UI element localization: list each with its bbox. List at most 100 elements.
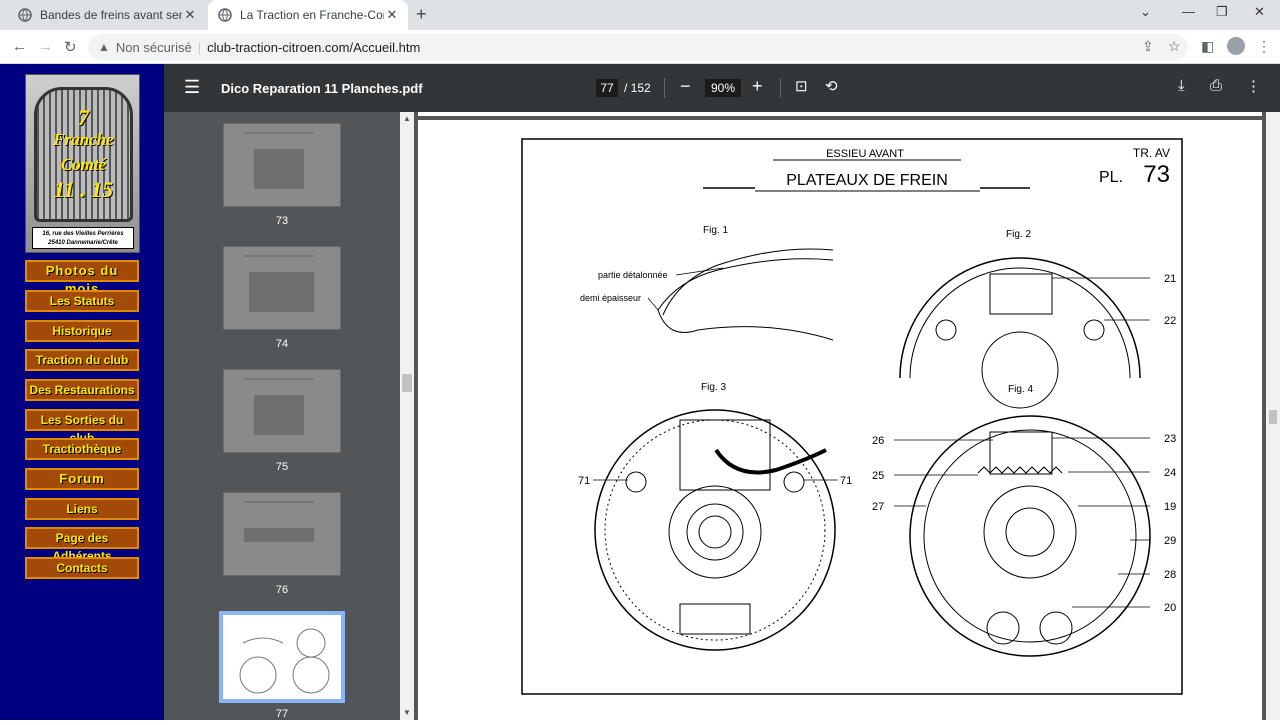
callout: 23	[1164, 433, 1176, 445]
more-vert-icon[interactable]: ⋮	[1246, 77, 1261, 95]
fit-page-icon[interactable]: ⊡	[795, 77, 808, 95]
menu-icon[interactable]: ☰	[184, 77, 200, 98]
tab-traction-franche-comte[interactable]: La Traction en Franche-Comté ✕	[208, 0, 408, 30]
thumbnail-page[interactable]	[223, 492, 341, 576]
callout: 22	[1164, 315, 1176, 327]
zoom-out-icon[interactable]: −	[680, 76, 691, 97]
brake-plate-inner	[604, 419, 826, 641]
new-tab-icon[interactable]: +	[416, 4, 427, 25]
maximize-icon[interactable]: ❐	[1216, 4, 1228, 20]
return-spring	[977, 466, 1063, 474]
club-logo[interactable]: 7 Franche Comté 11 . 15 16, rue des Viei…	[25, 74, 140, 253]
menu-photos-du-mois[interactable]: Photos du mois	[25, 260, 139, 296]
technical-drawing: ESSIEU AVANT PLATEAUX DE FREIN TR. AV PL…	[521, 138, 1183, 695]
close-icon[interactable]: ✕	[182, 7, 198, 23]
brake-plate-outline	[594, 409, 836, 651]
thumbnail-number: 73	[275, 215, 289, 227]
star-icon[interactable]: ☆	[1168, 38, 1181, 55]
tab-bandes-de-freins[interactable]: Bandes de freins avant sens de m ✕	[8, 0, 206, 30]
warning-icon[interactable]: ▲	[98, 40, 110, 54]
label-demi-epaisseur: demi épaisseur	[580, 293, 641, 303]
thumbnail-page[interactable]	[223, 246, 341, 330]
thumb-text-line	[244, 255, 314, 257]
pdf-page: ESSIEU AVANT PLATEAUX DE FREIN TR. AV PL…	[418, 120, 1262, 720]
thumbnail-panel: 73 74 75 76 77	[164, 112, 400, 720]
scrollbar-thumb[interactable]	[1269, 410, 1277, 424]
close-window-icon[interactable]: ✕	[1254, 4, 1265, 20]
page-number-input[interactable]: 77	[596, 79, 618, 97]
callout: 27	[872, 501, 884, 513]
reload-icon[interactable]: ↻	[64, 38, 77, 56]
brake-shoe-ring	[923, 429, 1137, 643]
anchor-pin	[783, 471, 805, 493]
leader-line	[647, 297, 659, 311]
page-total: / 152	[624, 81, 651, 95]
page-scrollbar[interactable]	[1266, 112, 1280, 720]
thumb-text-line	[244, 378, 314, 380]
thumbnail-page[interactable]	[223, 369, 341, 453]
tab-title: Bandes de freins avant sens de m	[40, 8, 182, 22]
minimize-icon[interactable]: —	[1182, 4, 1195, 19]
thumbnail-number: 77	[275, 708, 289, 720]
site-sidebar: 7 Franche Comté 11 . 15 16, rue des Viei…	[24, 64, 164, 720]
chevron-down-icon[interactable]: ⌄	[1140, 4, 1151, 20]
thumb-figure	[244, 528, 314, 542]
thumb-figure	[254, 149, 304, 189]
menu-page-des-adherents[interactable]: Page des Adhérents	[25, 527, 139, 563]
print-icon[interactable]: ⎙	[1210, 77, 1222, 94]
url-text: club-traction-citroen.com/Accueil.htm	[207, 39, 421, 55]
menu-tractiotheque[interactable]: Tractiothèque	[25, 438, 139, 460]
sidepanel-icon[interactable]: ◧	[1201, 38, 1214, 55]
hub	[981, 331, 1059, 409]
menu-liens[interactable]: Liens	[25, 498, 139, 520]
plate-number: 73	[1143, 161, 1170, 188]
menu-les-sorties-du-club[interactable]: Les Sorties du club	[25, 409, 139, 445]
scrollbar-thumb[interactable]	[402, 374, 412, 392]
more-vert-icon[interactable]: ⋮	[1257, 38, 1271, 55]
download-icon[interactable]: ⤓	[1178, 77, 1185, 94]
callout: 71	[578, 475, 590, 487]
hub	[668, 485, 762, 579]
divider	[664, 78, 665, 98]
pdf-toolbar: ☰ Dico Reparation 11 Planches.pdf 77 / 1…	[164, 64, 1280, 112]
scroll-down-icon[interactable]: ▼	[403, 708, 411, 717]
menu-contacts[interactable]: Contacts	[25, 557, 139, 579]
menu-traction-du-club[interactable]: Traction du club	[25, 349, 139, 371]
label-partie-detalonnee: partie détalonnée	[598, 270, 668, 280]
zoom-in-icon[interactable]: +	[752, 76, 763, 97]
rotate-icon[interactable]: ⟲	[825, 77, 838, 95]
plate-prefix: PL.	[1099, 169, 1123, 186]
menu-forum[interactable]: Forum	[25, 468, 139, 490]
menu-les-statuts[interactable]: Les Statuts	[25, 290, 139, 312]
logo-number: 7	[78, 105, 89, 130]
hub-bearing	[1005, 507, 1055, 557]
brake-shoe-web	[657, 309, 834, 341]
thumbnail-number: 76	[275, 584, 289, 596]
thumbnail-page[interactable]	[223, 123, 341, 207]
omnibox[interactable]: ▲ Non sécurisé | club-traction-citroen.c…	[88, 34, 1188, 60]
menu-des-restaurations[interactable]: Des Restaurations	[25, 379, 139, 401]
zoom-input[interactable]: 90%	[705, 79, 741, 97]
avatar[interactable]	[1227, 37, 1245, 55]
site-margin	[0, 64, 24, 720]
callout: 24	[1164, 467, 1176, 479]
logo-comte: Comté	[60, 155, 107, 174]
divider	[780, 78, 781, 98]
tab-strip: Bandes de freins avant sens de m ✕ La Tr…	[0, 0, 1280, 30]
close-icon[interactable]: ✕	[384, 7, 400, 23]
menu-historique[interactable]: Historique	[25, 320, 139, 342]
thumbnail-page-selected[interactable]	[219, 611, 345, 703]
globe-icon	[18, 8, 32, 22]
share-icon[interactable]: ⇪	[1142, 38, 1154, 55]
callout: 20	[1164, 602, 1176, 614]
forward-icon[interactable]: →	[38, 38, 53, 55]
fig2-label: Fig. 2	[1006, 229, 1031, 240]
address-line: 25410 Dannemarie/Crête	[48, 240, 118, 246]
globe-icon	[218, 8, 232, 22]
thumbnail-scrollbar[interactable]: ▲ ▼	[400, 112, 414, 720]
security-label: Non sécurisé	[115, 39, 192, 55]
back-icon[interactable]: ←	[12, 38, 27, 55]
scroll-up-icon[interactable]: ▲	[403, 114, 411, 123]
thumb-figure	[254, 395, 304, 435]
callout: 21	[1164, 273, 1176, 285]
